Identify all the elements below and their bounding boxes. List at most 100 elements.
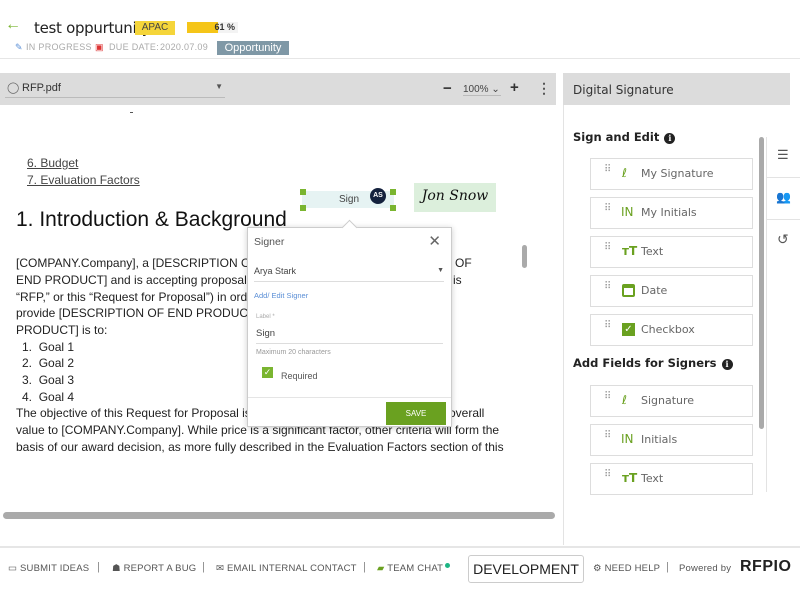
initials-icon: IN: [621, 432, 634, 446]
field-label: My Signature: [641, 167, 714, 180]
vertical-scrollbar[interactable]: [522, 245, 527, 268]
powered-by: Powered by: [679, 563, 731, 574]
file-select[interactable]: ◯ RFP.pdf ▼: [5, 81, 225, 98]
info-icon[interactable]: i: [664, 133, 675, 144]
zoom-out-button[interactable]: −: [443, 80, 452, 97]
history-icon[interactable]: ↺: [777, 231, 789, 248]
drag-handle-icon[interactable]: ⠿: [604, 323, 610, 328]
section-add-fields: Add Fields for Signers i: [573, 356, 733, 370]
doc-line: is: [453, 273, 462, 287]
drag-handle-icon[interactable]: ⠿: [604, 206, 610, 211]
zoom-in-button[interactable]: +: [510, 79, 519, 96]
check-circle-icon: ◯: [7, 81, 19, 94]
hint-text: Maximum 20 characters: [256, 349, 331, 356]
drag-handle-icon[interactable]: ⠿: [604, 284, 610, 289]
list-icon[interactable]: ☰: [777, 147, 789, 163]
need-help-link[interactable]: ⚙ NEED HELP: [593, 563, 660, 574]
calendar-icon: ▣: [95, 42, 104, 53]
rfpio-logo: RFPIO: [740, 558, 791, 576]
divider: [248, 397, 451, 398]
submit-ideas-link[interactable]: ▭ SUBMIT IDEAS: [8, 563, 89, 574]
separator: |: [363, 561, 366, 573]
doc-line: basis of our award decision, as more ful…: [16, 440, 504, 454]
divider: [563, 105, 564, 545]
zoom-select[interactable]: 100% ⌄: [463, 84, 501, 96]
popup-title: Signer: [254, 236, 284, 248]
initials-icon: IN: [621, 205, 634, 219]
checkbox-icon: ✓: [622, 323, 635, 336]
email-contact-link[interactable]: ✉ EMAIL INTERNAL CONTACT: [216, 563, 357, 574]
signer-select[interactable]: Arya Stark ▼: [254, 262, 444, 282]
toc-link[interactable]: 6. Budget: [27, 156, 78, 170]
divider: [0, 58, 800, 59]
drag-handle-icon[interactable]: ⠿: [604, 433, 610, 438]
resize-handle[interactable]: [300, 189, 306, 195]
drag-handle-icon[interactable]: ⠿: [604, 472, 610, 477]
signature-icon: ℓ: [622, 393, 627, 407]
back-arrow-icon[interactable]: ←: [5, 16, 21, 34]
field-label: Initials: [641, 433, 677, 446]
section-sign-and-edit: Sign and Editi: [573, 130, 675, 144]
field-date[interactable]: ⠿Date: [590, 275, 753, 307]
signature-icon: ℓ: [622, 166, 627, 180]
required-checkbox[interactable]: ✓: [262, 367, 273, 378]
chevron-down-icon: ▼: [215, 82, 223, 91]
field-my-signature[interactable]: ⠿ ℓ My Signature: [590, 158, 753, 190]
status-text: IN PROGRESS: [26, 42, 92, 52]
field-label: Signature: [641, 394, 694, 407]
goal-item: 3. Goal 3: [22, 373, 74, 387]
section-title: Add Fields for Signers: [573, 356, 717, 370]
resize-handle[interactable]: [390, 205, 396, 211]
drag-handle-icon[interactable]: ⠿: [604, 394, 610, 399]
divider: [766, 137, 767, 492]
field-checkbox[interactable]: ⠿ ✓ Checkbox: [590, 314, 753, 346]
resize-handle[interactable]: [390, 189, 396, 195]
required-label: Required: [281, 371, 318, 381]
toc-link[interactable]: 7. Evaluation Factors: [27, 173, 140, 187]
field-label: My Initials: [641, 206, 697, 219]
chevron-down-icon: ▼: [437, 267, 444, 274]
divider: [767, 177, 800, 178]
more-options-icon[interactable]: ⋮: [537, 80, 551, 97]
separator: |: [666, 561, 669, 573]
signer-popup: Signer ✕ Arya Stark ▼ Add/ Edit Signer L…: [247, 227, 452, 427]
region-badge: APAC: [135, 21, 175, 35]
link-label: REPORT A BUG: [124, 563, 197, 574]
report-bug-link[interactable]: ☗ REPORT A BUG: [112, 563, 196, 574]
divider: [767, 219, 800, 220]
panel-scrollbar[interactable]: [759, 137, 764, 429]
goal-text: Goal 4: [39, 390, 74, 404]
goal-text: Goal 3: [39, 373, 74, 387]
users-icon[interactable]: 👥: [776, 190, 791, 204]
field-initials[interactable]: ⠿ IN Initials: [590, 424, 753, 456]
drag-handle-icon[interactable]: ⠿: [604, 245, 610, 250]
due-date: 2020.07.09: [160, 42, 208, 52]
doc-line: PRODUCT] is to:: [16, 323, 107, 337]
separator: |: [97, 561, 100, 573]
doc-line: “RFP,” or this “Request for Proposal”) i…: [16, 290, 265, 304]
save-button[interactable]: SAVE: [386, 402, 446, 425]
team-chat-link[interactable]: ▰ TEAM CHAT: [377, 563, 450, 574]
chat-icon: ▰: [377, 563, 385, 574]
info-icon[interactable]: i: [722, 359, 733, 370]
drag-handle-icon[interactable]: ⠿: [604, 167, 610, 172]
close-icon[interactable]: ✕: [428, 232, 441, 250]
sign-field-label: Sign: [339, 194, 359, 205]
doc-line: provide [DESCRIPTION OF END PRODUCT].: [16, 306, 262, 320]
field-signature[interactable]: ⠿ ℓ Signature: [590, 385, 753, 417]
zoom-value: 100%: [463, 84, 489, 95]
field-text[interactable]: ⠿тTText: [590, 236, 753, 268]
label-input[interactable]: Sign: [256, 324, 443, 344]
field-my-initials[interactable]: ⠿ IN My Initials: [590, 197, 753, 229]
add-edit-signer-link[interactable]: Add/ Edit Signer: [254, 291, 308, 300]
doc-line: [COMPANY.Company], a [DESCRIPTION OF: [16, 256, 258, 270]
horizontal-scrollbar[interactable]: [3, 512, 555, 519]
separator: |: [202, 561, 205, 573]
field-label: Checkbox: [641, 323, 695, 336]
resize-handle[interactable]: [300, 205, 306, 211]
doc-mark: [130, 112, 133, 113]
signature-image[interactable]: Jon Snow: [414, 183, 496, 212]
pencil-icon: ✎: [15, 42, 23, 53]
text-icon: тT: [622, 244, 637, 258]
field-text[interactable]: ⠿тTText: [590, 463, 753, 495]
